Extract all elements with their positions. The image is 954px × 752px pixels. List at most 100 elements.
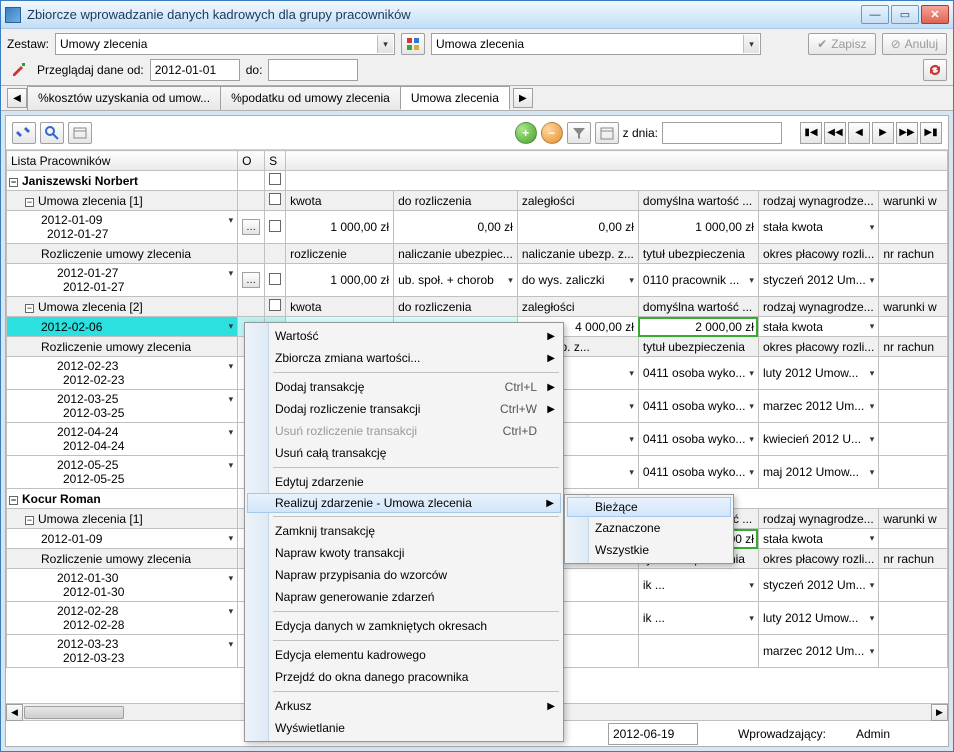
table-row[interactable]: 2012-01-09 2012-01-27 — [7, 211, 238, 244]
mi-edycja-zamk[interactable]: Edycja danych w zamkniętych okresach — [247, 615, 561, 637]
cell-rodzaj[interactable]: stała kwota — [758, 211, 878, 244]
add-button[interactable]: + — [515, 122, 537, 144]
zestaw-value: Umowy zlecenia — [60, 37, 147, 51]
wzorzec-value: Umowa zlecenia — [436, 37, 524, 51]
tree-employee[interactable]: −Janiszewski Norbert — [7, 171, 238, 191]
date-from-input[interactable]: 2012-01-01 — [150, 59, 240, 81]
scroll-right[interactable]: ▶ — [931, 704, 948, 721]
status-wprowadzajacy-value: Admin — [856, 727, 890, 741]
col-o[interactable]: O — [238, 151, 265, 171]
tools-button[interactable] — [12, 122, 36, 144]
mi-napraw-przyp[interactable]: Napraw przypisania do wzorców — [247, 564, 561, 586]
mi-arkusz[interactable]: Arkusz▶ — [247, 695, 561, 717]
table-row[interactable]: 2012-02-23 2012-02-23 — [7, 357, 238, 390]
context-submenu: Bieżące Zaznaczone Wszystkie — [564, 494, 734, 564]
tree-employee[interactable]: −Kocur Roman — [7, 489, 238, 509]
mi-wyswietlanie[interactable]: Wyświetlanie — [247, 717, 561, 739]
col-lista[interactable]: Lista Pracowników — [7, 151, 238, 171]
mi-zamknij[interactable]: Zamknij transakcję — [247, 520, 561, 542]
nav-fastback[interactable]: ◀◀ — [824, 122, 846, 144]
tab-podatek[interactable]: %podatku od umowy zlecenia — [220, 86, 401, 110]
filter-button[interactable] — [567, 122, 591, 144]
mi-edytuj-zdarzenie[interactable]: Edytuj zdarzenie — [247, 471, 561, 493]
nav-back[interactable]: ◀ — [848, 122, 870, 144]
mi-wartosc[interactable]: Wartość▶ — [247, 325, 561, 347]
tab-scroll-left[interactable]: ◀ — [7, 88, 27, 108]
mi-usun-cala[interactable]: Usuń całą transakcję — [247, 442, 561, 464]
cell-kwota[interactable]: 1 000,00 zł — [286, 211, 394, 244]
nav-fwd[interactable]: ▶ — [872, 122, 894, 144]
date-from-value: 2012-01-01 — [155, 63, 216, 77]
close-button[interactable]: ✕ — [921, 5, 949, 24]
smi-biezace[interactable]: Bieżące — [567, 497, 731, 517]
col-s[interactable]: S — [265, 151, 286, 171]
checkbox[interactable] — [269, 273, 281, 285]
scroll-thumb[interactable] — [24, 706, 124, 719]
table-row[interactable]: 2012-03-23 2012-03-23 — [7, 635, 238, 668]
mi-napraw-kwoty[interactable]: Napraw kwoty transakcji — [247, 542, 561, 564]
cell-active[interactable]: 2 000,00 zł — [638, 317, 758, 337]
tree-umowa1[interactable]: −Umowa zlecenia [1] — [7, 509, 238, 529]
minimize-button[interactable]: — — [861, 5, 889, 24]
z-dnia-input[interactable] — [662, 122, 782, 144]
table-row[interactable]: 2012-04-24 2012-04-24 — [7, 423, 238, 456]
mi-dodaj-transakcje[interactable]: Dodaj transakcjęCtrl+L▶ — [247, 376, 561, 398]
chevron-down-icon[interactable] — [377, 35, 393, 53]
calendar-button[interactable] — [595, 122, 619, 144]
tree-umowa2[interactable]: −Umowa zlecenia [2] — [7, 297, 238, 317]
cancel-icon: ⊘ — [891, 37, 901, 51]
tab-umowa[interactable]: Umowa zlecenia — [400, 86, 510, 110]
wzorzec-icon-button[interactable] — [401, 33, 425, 55]
save-button[interactable]: ✔ Zapisz — [808, 33, 875, 55]
app-icon — [5, 7, 21, 23]
table-row[interactable]: 2012-02-28 2012-02-28 — [7, 602, 238, 635]
table-row[interactable]: 2012-01-27 2012-01-27 — [7, 264, 238, 297]
table-row[interactable]: 2012-03-25 2012-03-25 — [7, 390, 238, 423]
tab-scroll-right[interactable]: ▶ — [513, 88, 533, 108]
scroll-left[interactable]: ◀ — [6, 704, 23, 721]
nav-first[interactable]: ▮◀ — [800, 122, 822, 144]
cancel-button[interactable]: ⊘ Anuluj — [882, 33, 947, 55]
smi-zaznaczone[interactable]: Zaznaczone — [567, 517, 731, 539]
table-row[interactable]: 2012-01-09 — [7, 529, 238, 549]
chevron-down-icon[interactable] — [743, 35, 759, 53]
checkbox[interactable] — [269, 173, 281, 185]
nav-last[interactable]: ▶▮ — [920, 122, 942, 144]
mi-zbiorcza[interactable]: Zbiorcza zmiana wartości...▶ — [247, 347, 561, 369]
remove-button[interactable]: − — [541, 122, 563, 144]
checkbox[interactable] — [269, 220, 281, 232]
status-date-input[interactable]: 2012-06-19 — [608, 723, 698, 745]
table-row[interactable]: 2012-01-30 2012-01-30 — [7, 569, 238, 602]
edit-icon[interactable] — [7, 59, 31, 81]
table-row[interactable]: 2012-05-25 2012-05-25 — [7, 456, 238, 489]
checkbox[interactable] — [269, 193, 281, 205]
mi-realizuj[interactable]: Realizuj zdarzenie - Umowa zlecenia▶ — [247, 493, 561, 513]
search-button[interactable] — [40, 122, 64, 144]
tree-rozl1[interactable]: Rozliczenie umowy zlecenia — [7, 244, 238, 264]
cell-zaleg[interactable]: 0,00 zł — [517, 211, 638, 244]
table-row-selected[interactable]: 2012-02-06 — [7, 317, 238, 337]
tree-rozl[interactable]: Rozliczenie umowy zlecenia — [7, 549, 238, 569]
mi-dodaj-rozliczenie[interactable]: Dodaj rozliczenie transakcjiCtrl+W▶ — [247, 398, 561, 420]
tabs-row: ◀ %kosztów uzyskania od umow... %podatku… — [1, 86, 953, 111]
cell-dorozl[interactable]: 0,00 zł — [394, 211, 518, 244]
ellipsis-button[interactable]: … — [242, 219, 260, 235]
zestaw-combo[interactable]: Umowy zlecenia — [55, 33, 395, 55]
save-label: Zapisz — [831, 37, 866, 51]
tab-koszty[interactable]: %kosztów uzyskania od umow... — [27, 86, 221, 110]
checkbox[interactable] — [269, 299, 281, 311]
ellipsis-button[interactable]: … — [242, 272, 260, 288]
card-view-button[interactable] — [68, 122, 92, 144]
tree-umowa1[interactable]: −Umowa zlecenia [1] — [7, 191, 238, 211]
mi-przejdz[interactable]: Przejdź do okna danego pracownika — [247, 666, 561, 688]
mi-napraw-gen[interactable]: Napraw generowanie zdarzeń — [247, 586, 561, 608]
wzorzec-combo[interactable]: Umowa zlecenia — [431, 33, 761, 55]
nav-fastfwd[interactable]: ▶▶ — [896, 122, 918, 144]
tree-rozl2[interactable]: Rozliczenie umowy zlecenia — [7, 337, 238, 357]
refresh-button[interactable] — [923, 59, 947, 81]
smi-wszystkie[interactable]: Wszystkie — [567, 539, 731, 561]
mi-edycja-el[interactable]: Edycja elementu kadrowego — [247, 644, 561, 666]
date-to-input[interactable] — [268, 59, 358, 81]
cell-domysl[interactable]: 1 000,00 zł — [638, 211, 758, 244]
maximize-button[interactable]: ▭ — [891, 5, 919, 24]
